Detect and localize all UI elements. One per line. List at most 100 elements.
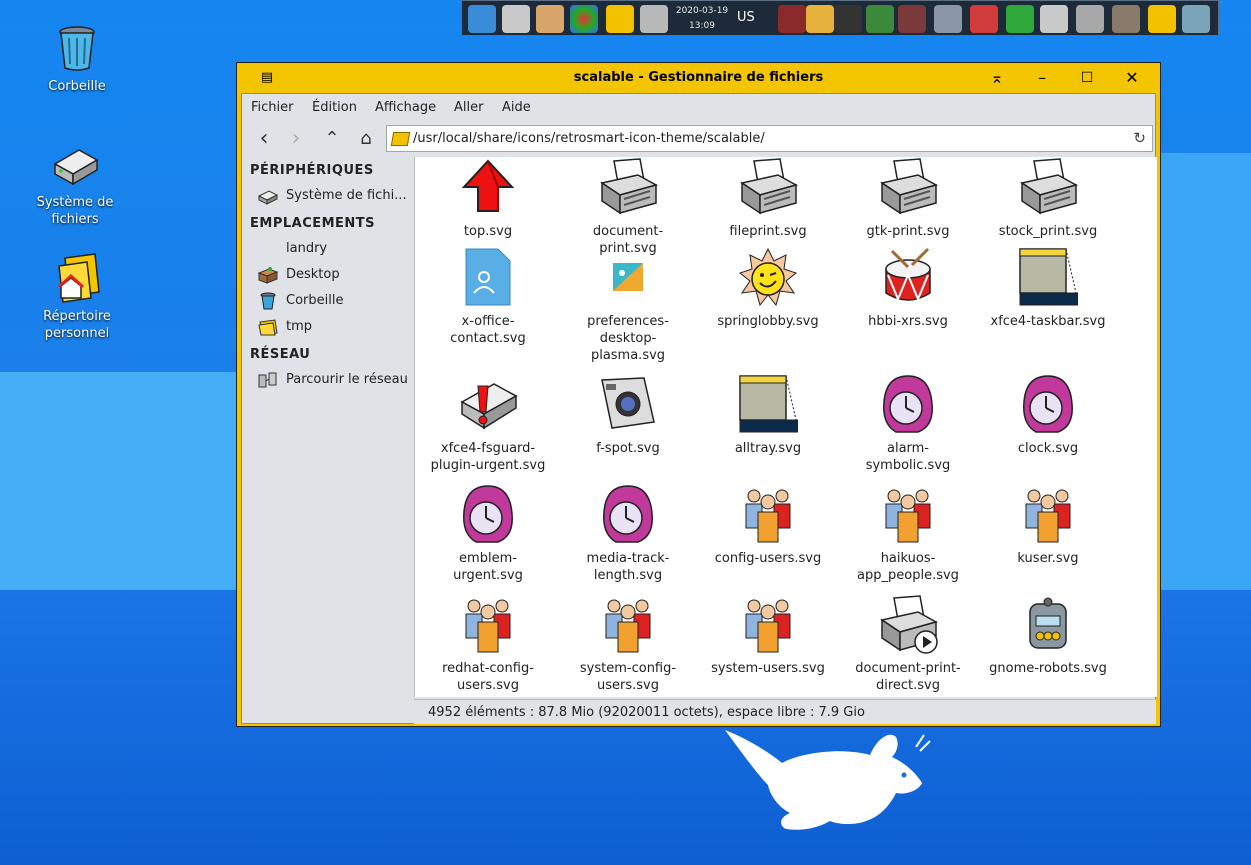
bug-icon[interactable] <box>778 5 806 33</box>
menu-aide[interactable]: Aide <box>502 100 531 115</box>
shade-button[interactable]: ⌅ <box>985 66 1009 90</box>
file-item[interactable]: gnome-robots.svg <box>978 594 1118 677</box>
file-name: system-users.svg <box>711 661 825 676</box>
file-item[interactable]: stock_print.svg <box>978 157 1118 240</box>
sidebar-item-label: Parcourir le réseau <box>286 372 408 387</box>
address-path[interactable]: /usr/local/share/icons/retrosmart-icon-t… <box>413 131 765 146</box>
server-icon[interactable] <box>1076 5 1104 33</box>
file-item[interactable]: fileprint.svg <box>698 157 838 240</box>
keyboard-layout-indicator[interactable]: US <box>737 10 755 25</box>
desktop-background-band-right <box>1160 153 1251 590</box>
clock-icon <box>458 484 518 544</box>
sidebar-item-label: landry <box>286 241 328 256</box>
file-item[interactable]: hbbi-xrs.svg <box>838 247 978 330</box>
xfce-mouse-icon[interactable] <box>468 5 496 33</box>
terminal-tray-icon[interactable] <box>1040 5 1068 33</box>
file-name: emblem-urgent.svg <box>453 551 523 583</box>
file-item[interactable]: alltray.svg <box>698 374 838 457</box>
folder-icon <box>390 132 411 146</box>
close-button[interactable]: ✕ <box>1120 66 1144 90</box>
qbittorrent-icon[interactable] <box>1006 5 1034 33</box>
file-item[interactable]: springlobby.svg <box>698 247 838 330</box>
file-name: springlobby.svg <box>717 314 819 329</box>
file-item[interactable]: x-office-contact.svg <box>418 247 558 347</box>
sidebar-item-browse-network[interactable]: Parcourir le réseau <box>256 369 412 391</box>
robot-icon <box>1018 594 1078 654</box>
file-manager-window: ▤ scalable - Gestionnaire de fichiers ⌅ … <box>236 62 1161 727</box>
users-tray-icon[interactable] <box>806 5 834 33</box>
clock-icon <box>1018 374 1078 434</box>
menu-edition[interactable]: Édition <box>312 100 357 115</box>
file-name: alltray.svg <box>734 441 802 456</box>
file-item[interactable]: f-spot.svg <box>558 374 698 457</box>
menu-affichage[interactable]: Affichage <box>375 100 436 115</box>
drive-unmount-icon[interactable] <box>640 5 668 33</box>
file-item[interactable]: media-track-length.svg <box>558 484 698 584</box>
back-button[interactable]: ‹ <box>250 125 278 153</box>
printer-icon <box>598 157 658 217</box>
file-item[interactable]: alarm-symbolic.svg <box>838 374 978 474</box>
plasma-icon <box>598 247 658 307</box>
file-item[interactable]: xfce4-taskbar.svg <box>978 247 1118 330</box>
desktop-icon-home[interactable]: Répertoire personnel <box>22 252 132 342</box>
file-name: document-print-direct.svg <box>855 661 961 693</box>
home-folder-icon <box>51 252 103 304</box>
minimize-button[interactable]: – <box>1030 66 1054 90</box>
file-name: top.svg <box>463 224 513 239</box>
media-icon[interactable] <box>834 5 862 33</box>
file-item[interactable]: haikuos-app_people.svg <box>838 484 978 584</box>
sidebar-item-filesystem[interactable]: Système de fichi... <box>256 185 412 207</box>
file-item[interactable]: preferences-desktop-plasma.svg <box>558 247 698 364</box>
file-item[interactable]: redhat-config-users.svg <box>418 594 558 694</box>
browser-globe-icon[interactable] <box>570 5 598 33</box>
address-bar[interactable]: /usr/local/share/icons/retrosmart-icon-t… <box>386 125 1153 152</box>
ghost-chat-icon[interactable] <box>934 5 962 33</box>
sidebar-item-trash[interactable]: Corbeille <box>256 290 412 312</box>
file-item[interactable]: system-users.svg <box>698 594 838 677</box>
users-icon <box>878 484 938 544</box>
chat-bubble-icon[interactable] <box>970 5 998 33</box>
maximize-button[interactable]: ☐ <box>1075 66 1099 90</box>
sidebar-item-desktop[interactable]: Desktop <box>256 264 412 286</box>
file-item[interactable]: config-users.svg <box>698 484 838 567</box>
top-panel: 2020-03-19 13:09 US <box>461 0 1219 36</box>
file-name: preferences-desktop-plasma.svg <box>587 314 669 363</box>
smiley-sun-icon <box>738 247 798 307</box>
dragon-icon[interactable] <box>866 5 894 33</box>
folder-icon[interactable] <box>606 5 634 33</box>
forward-button[interactable]: › <box>282 125 310 153</box>
desktop-icon-trash[interactable]: Corbeille <box>22 22 132 95</box>
home-button[interactable]: ⌂ <box>352 125 380 153</box>
file-name: system-config-users.svg <box>579 661 677 693</box>
file-name: clock.svg <box>1017 441 1079 456</box>
desk-icon[interactable] <box>1112 5 1140 33</box>
file-item[interactable]: document-print.svg <box>558 157 698 257</box>
window-titlebar[interactable]: ▤ scalable - Gestionnaire de fichiers ⌅ … <box>237 63 1160 93</box>
file-item[interactable]: clock.svg <box>978 374 1118 457</box>
sidebar-item-tmp[interactable]: tmp <box>256 316 412 338</box>
printer-icon <box>878 157 938 217</box>
parent-folder-button[interactable]: ⌃ <box>318 125 346 153</box>
file-item[interactable]: top.svg <box>418 157 558 240</box>
file-item[interactable]: emblem-urgent.svg <box>418 484 558 584</box>
terminal-icon[interactable] <box>502 5 530 33</box>
panel-clock[interactable]: 2020-03-19 13:09 <box>672 4 732 34</box>
menu-aller[interactable]: Aller <box>454 100 483 115</box>
clock-time: 13:09 <box>689 21 715 31</box>
package-icon[interactable] <box>536 5 564 33</box>
file-item[interactable]: system-config-users.svg <box>558 594 698 694</box>
robot-tray-icon[interactable] <box>898 5 926 33</box>
reload-icon[interactable]: ↻ <box>1133 129 1146 147</box>
file-item[interactable]: document-print-direct.svg <box>838 594 978 694</box>
file-name: gnome-robots.svg <box>989 661 1107 676</box>
file-item[interactable]: kuser.svg <box>978 484 1118 567</box>
sidebar-item-landry[interactable]: landry <box>256 238 412 260</box>
desktop-icon-filesystem[interactable]: Système de fichiers <box>20 138 130 228</box>
file-name: hbbi-xrs.svg <box>868 314 948 329</box>
file-name: xfce4-taskbar.svg <box>990 314 1106 329</box>
menu-fichier[interactable]: Fichier <box>251 100 294 115</box>
folder-active-icon[interactable] <box>1148 5 1176 33</box>
file-item[interactable]: xfce4-fsguard-plugin-urgent.svg <box>418 374 558 474</box>
file-item[interactable]: gtk-print.svg <box>838 157 978 240</box>
pigeon-icon[interactable] <box>1182 5 1210 33</box>
